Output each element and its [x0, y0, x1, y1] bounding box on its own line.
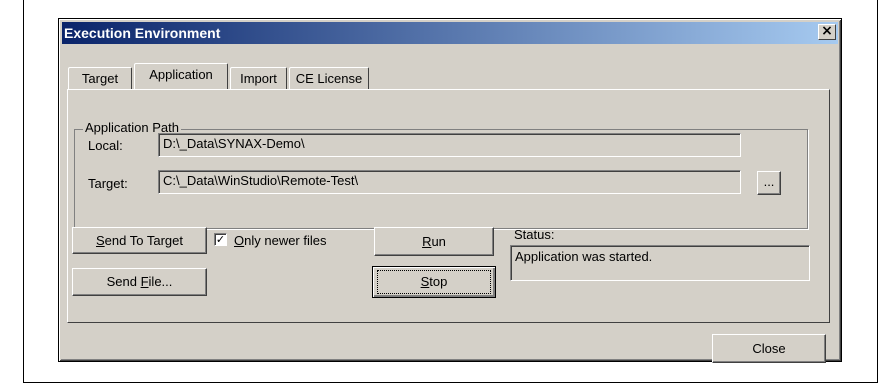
target-path-value: C:\_Data\WinStudio\Remote-Test\ — [163, 173, 359, 188]
tab-target-label: Target — [81, 71, 119, 86]
tab-ce-license[interactable]: CE License — [289, 67, 369, 89]
stop-focus-rect — [377, 270, 491, 294]
title-bar[interactable]: Execution Environment × — [62, 22, 838, 44]
status-field: Application was started. — [510, 245, 810, 281]
only-newer-label-post: nly newer files — [244, 233, 327, 248]
send-file-button[interactable]: Send File... — [72, 268, 207, 296]
tab-ce-license-label: CE License — [295, 71, 363, 86]
send-to-target-label-post: end To Target — [104, 233, 183, 248]
browse-button[interactable]: ... — [757, 171, 781, 195]
run-button[interactable]: Run — [374, 227, 494, 256]
send-file-label-pre: Send — [106, 274, 141, 289]
send-file-label-post: ile... — [148, 274, 173, 289]
tab-application-label: Application — [149, 67, 213, 82]
execution-environment-dialog: Execution Environment × Target Applicati… — [58, 18, 842, 363]
target-label: Target: — [88, 176, 128, 191]
only-newer-files-label[interactable]: Only newer files — [234, 233, 327, 248]
tab-target[interactable]: Target — [68, 67, 132, 89]
send-to-target-button[interactable]: Send To Target — [72, 227, 207, 254]
status-value: Application was started. — [515, 249, 653, 264]
close-icon[interactable]: × — [818, 24, 836, 40]
status-label: Status: — [514, 227, 555, 242]
close-button[interactable]: Close — [712, 334, 826, 363]
tab-application[interactable]: Application — [134, 63, 228, 89]
local-label: Local: — [88, 138, 123, 153]
tab-import-label: Import — [240, 71, 277, 86]
target-path-field[interactable]: C:\_Data\WinStudio\Remote-Test\ — [158, 170, 741, 194]
window-title: Execution Environment — [64, 25, 221, 41]
send-to-target-accelerator: S — [96, 233, 105, 248]
stop-button[interactable]: Stop — [372, 266, 496, 298]
only-newer-accelerator: O — [234, 233, 245, 248]
local-path-value: D:\_Data\SYNAX-Demo\ — [163, 136, 305, 151]
local-path-field[interactable]: D:\_Data\SYNAX-Demo\ — [158, 133, 741, 157]
only-newer-files-checkbox[interactable]: ✓ — [214, 233, 227, 246]
send-file-accelerator: F — [140, 274, 149, 289]
run-label-post: un — [431, 234, 446, 249]
close-button-label: Close — [752, 341, 786, 356]
tab-import[interactable]: Import — [230, 67, 287, 89]
browse-button-label: ... — [763, 174, 775, 189]
